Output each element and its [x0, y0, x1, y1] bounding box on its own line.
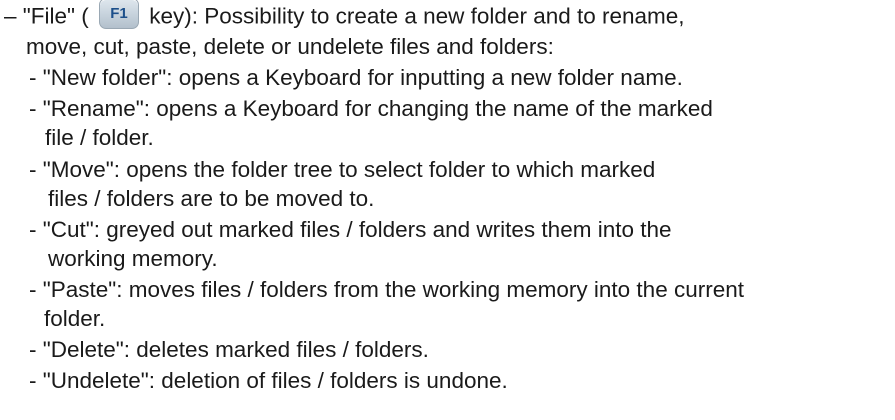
file-key-continuation: move, cut, paste, delete or undelete fil… — [26, 34, 554, 59]
item-move-line1: - "Move": opens the folder tree to selec… — [29, 157, 656, 182]
f1-key-label: F1 — [110, 5, 128, 22]
item-undelete: - "Undelete": deletion of files / folder… — [29, 368, 508, 393]
item-rename-line1: - "Rename": opens a Keyboard for changin… — [29, 96, 713, 121]
file-key-prefix: – "File" ( — [4, 3, 89, 29]
item-rename-line2: file / folder. — [45, 125, 154, 150]
f1-key-icon: F1 — [99, 0, 140, 29]
item-paste-line2: folder. — [44, 306, 106, 331]
item-move-line2: files / folders are to be moved to. — [48, 186, 375, 211]
item-delete: - "Delete": deletes marked files / folde… — [29, 337, 429, 362]
file-key-description: key): Possibility to create a new folder… — [149, 3, 685, 29]
item-paste-line1: - "Paste": moves files / folders from th… — [29, 277, 744, 302]
item-new-folder: - "New folder": opens a Keyboard for inp… — [29, 65, 683, 90]
manual-text: – "File" ( F1 key): Possibility to creat… — [0, 0, 895, 420]
item-cut-line1: - "Cut": greyed out marked files / folde… — [29, 217, 672, 242]
item-cut-line2: working memory. — [48, 246, 218, 271]
file-key-line: – "File" ( F1 key): Possibility to creat… — [4, 0, 685, 33]
